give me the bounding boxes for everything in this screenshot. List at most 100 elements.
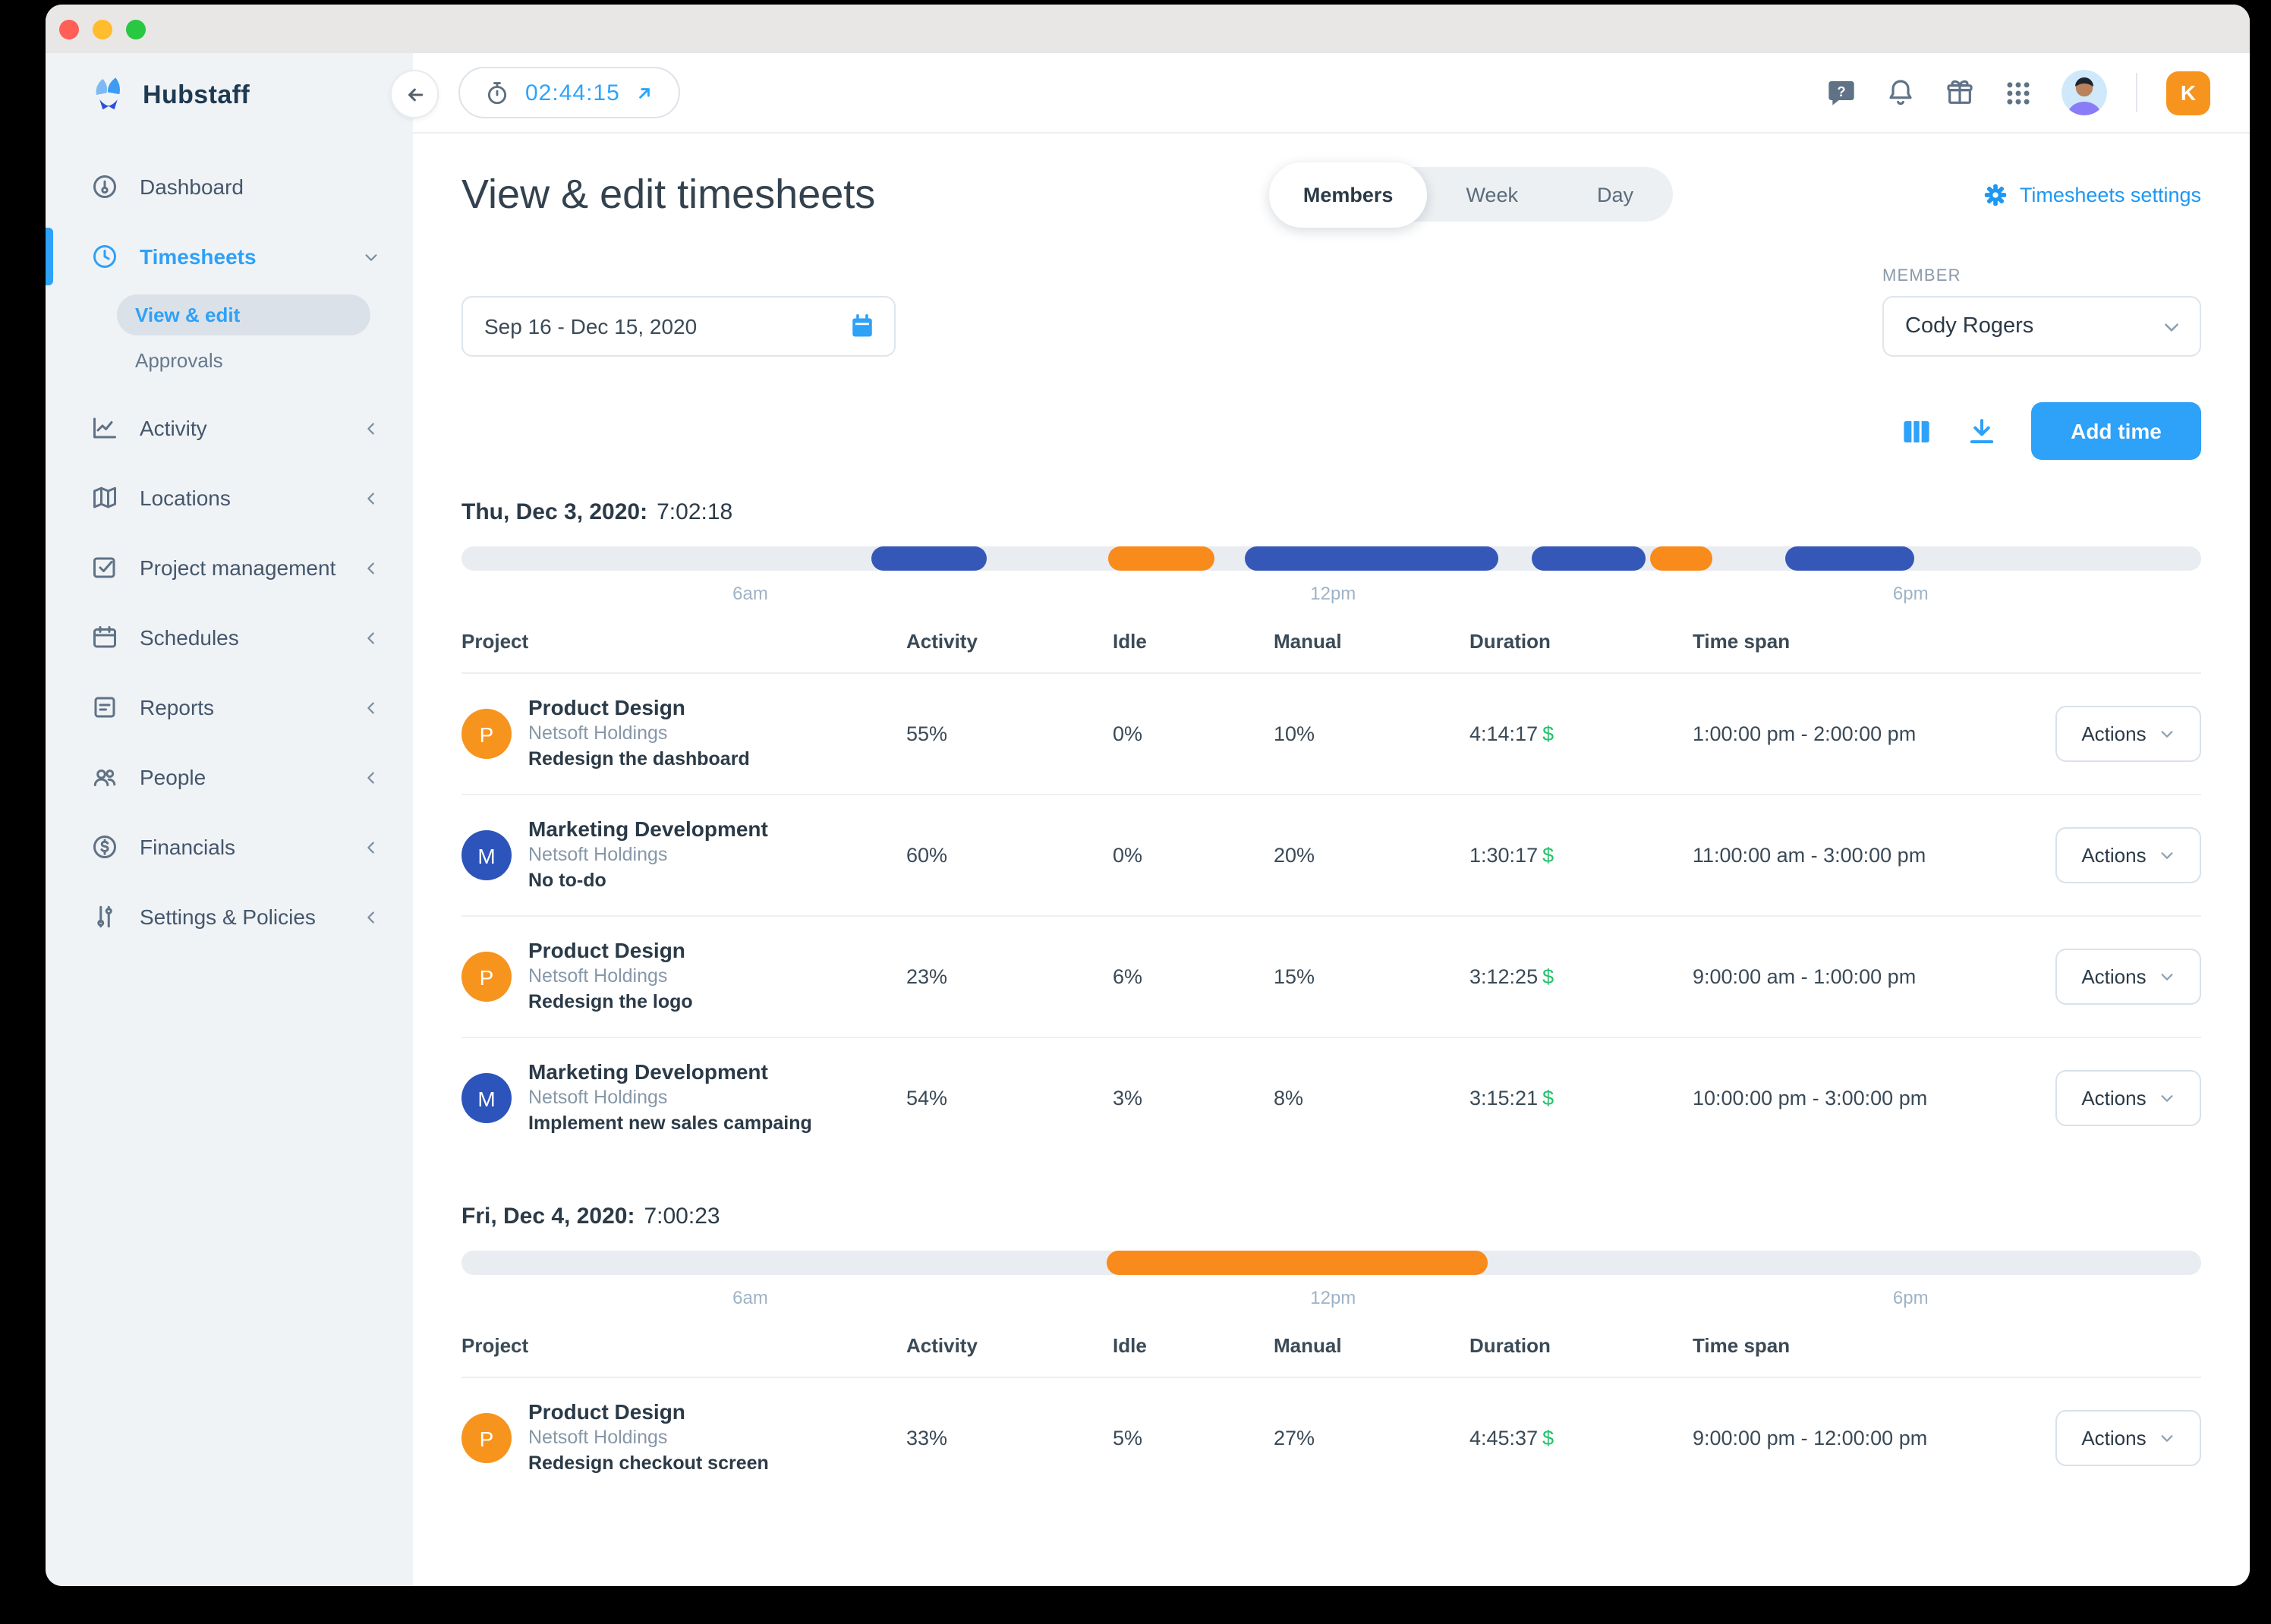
sidebar-item-people[interactable]: People bbox=[46, 751, 413, 803]
manual-value: 10% bbox=[1274, 722, 1315, 745]
whats-new-button[interactable] bbox=[1945, 77, 1975, 108]
date-range-picker[interactable]: Sep 16 - Dec 15, 2020 bbox=[461, 296, 896, 357]
sidebar-item-activity[interactable]: Activity bbox=[46, 402, 413, 454]
sidebar-item-timesheets[interactable]: Timesheets bbox=[46, 228, 413, 285]
close-window-button[interactable] bbox=[59, 19, 79, 39]
app-window: Hubstaff Dashboard Timesheets View & edi… bbox=[46, 5, 2250, 1586]
timesheets-settings-link[interactable]: Timesheets settings bbox=[1983, 181, 2201, 207]
sidebar-item-schedules[interactable]: Schedules bbox=[46, 612, 413, 663]
col-duration: Duration bbox=[1469, 1334, 1551, 1357]
chevron-down-icon bbox=[2161, 731, 2173, 738]
project-avatar: P bbox=[461, 709, 512, 759]
money-icon: $ bbox=[1542, 1427, 1554, 1449]
sidebar-item-financials[interactable]: Financials bbox=[46, 821, 413, 873]
table-row: M Marketing Development Netsoft Holdings… bbox=[461, 1038, 2201, 1158]
columns-icon bbox=[1904, 420, 1929, 442]
idle-value: 0% bbox=[1113, 844, 1143, 867]
project-name: Product Design bbox=[528, 937, 685, 962]
hubstaff-logo-icon bbox=[88, 74, 129, 115]
table-row: P Product Design Netsoft Holdings Redesi… bbox=[461, 917, 2201, 1038]
money-icon: $ bbox=[1542, 722, 1554, 745]
timespan-value: 1:00:00 pm - 2:00:00 pm bbox=[1693, 722, 1917, 745]
day-date: Fri, Dec 4, 2020: bbox=[461, 1204, 635, 1229]
sidebar-item-label: Project management bbox=[140, 555, 336, 580]
chevron-down-icon bbox=[2165, 323, 2178, 331]
help-button[interactable]: ? bbox=[1826, 77, 1857, 108]
notifications-button[interactable] bbox=[1885, 77, 1916, 108]
sidebar-item-project-management[interactable]: Project management bbox=[46, 542, 413, 593]
actions-button[interactable]: Actions bbox=[2055, 949, 2201, 1005]
actions-button[interactable]: Actions bbox=[2055, 1070, 2201, 1126]
project-company: Netsoft Holdings bbox=[528, 1087, 668, 1109]
actions-button[interactable]: Actions bbox=[2055, 1410, 2201, 1466]
actions-button[interactable]: Actions bbox=[2055, 827, 2201, 883]
sidebar-item-label: Activity bbox=[140, 416, 207, 440]
sidebar-item-dashboard[interactable]: Dashboard bbox=[46, 161, 413, 212]
sidebar-subitem-view-edit[interactable]: View & edit bbox=[117, 294, 370, 335]
member-dropdown[interactable]: Cody Rogers bbox=[1882, 296, 2201, 357]
actions-label: Actions bbox=[2081, 1087, 2147, 1109]
table-row: M Marketing Development Netsoft Holdings… bbox=[461, 795, 2201, 917]
col-idle: Idle bbox=[1113, 630, 1147, 653]
day-total: 7:02:18 bbox=[657, 499, 733, 525]
sidebar-item-settings-policies[interactable]: Settings & Policies bbox=[46, 891, 413, 943]
back-button[interactable] bbox=[390, 70, 439, 118]
arrow-left-icon bbox=[408, 87, 423, 101]
export-button[interactable] bbox=[1966, 415, 1998, 447]
sidebar-item-label: Dashboard bbox=[140, 175, 244, 199]
activity-value: 60% bbox=[906, 844, 948, 867]
tab-members[interactable]: Members bbox=[1269, 162, 1427, 227]
day-total: 7:00:23 bbox=[644, 1204, 720, 1229]
day-header: Thu, Dec 3, 2020: 7:02:18 bbox=[461, 499, 2201, 525]
actions-label: Actions bbox=[2081, 722, 2147, 745]
activity-value: 33% bbox=[906, 1427, 948, 1449]
money-icon: $ bbox=[1542, 965, 1554, 988]
day-section: Thu, Dec 3, 2020: 7:02:18 6am 12pm 6pm Proj… bbox=[461, 499, 2201, 1158]
page-title: View & edit timesheets bbox=[461, 171, 876, 216]
grid-icon bbox=[2007, 81, 2030, 104]
day-header: Fri, Dec 4, 2020: 7:00:23 bbox=[461, 1204, 2201, 1229]
logo[interactable]: Hubstaff bbox=[46, 53, 413, 115]
day-date: Thu, Dec 3, 2020: bbox=[461, 499, 648, 525]
timeline-segment bbox=[871, 546, 987, 571]
user-avatar[interactable] bbox=[2062, 70, 2107, 115]
project-name: Marketing Development bbox=[528, 1059, 768, 1084]
sidebar-item-locations[interactable]: Locations bbox=[46, 472, 413, 524]
columns-button[interactable] bbox=[1901, 415, 1932, 447]
chevron-down-icon bbox=[2161, 1095, 2173, 1102]
actions-button[interactable]: Actions bbox=[2055, 706, 2201, 762]
subitem-label: Approvals bbox=[135, 349, 223, 372]
timeline-tick-label: 6pm bbox=[1892, 583, 1929, 604]
manual-value: 15% bbox=[1274, 965, 1315, 988]
zoom-window-button[interactable] bbox=[126, 19, 146, 39]
sidebar-subitem-approvals[interactable]: Approvals bbox=[117, 340, 370, 381]
bell-icon bbox=[1889, 80, 1912, 105]
tab-day[interactable]: Day bbox=[1558, 183, 1673, 206]
chevron-down-icon bbox=[2161, 852, 2173, 859]
organization-badge[interactable]: K bbox=[2166, 71, 2210, 115]
project-name: Marketing Development bbox=[528, 816, 768, 841]
project-task: No to-do bbox=[528, 870, 606, 892]
chevron-left-icon bbox=[363, 908, 380, 925]
sliders-icon bbox=[91, 903, 118, 930]
project-name: Product Design bbox=[528, 694, 685, 719]
timeline-segment bbox=[1785, 546, 1914, 571]
col-project: Project bbox=[461, 1334, 529, 1357]
chevron-left-icon bbox=[363, 769, 380, 785]
tab-week[interactable]: Week bbox=[1426, 183, 1558, 206]
timer-widget[interactable]: 02:44:15 bbox=[458, 67, 681, 118]
apps-grid-button[interactable] bbox=[2004, 78, 2033, 107]
minimize-window-button[interactable] bbox=[93, 19, 112, 39]
manual-value: 20% bbox=[1274, 844, 1315, 867]
timespan-value: 11:00:00 am - 3:00:00 pm bbox=[1693, 844, 1926, 867]
download-icon bbox=[1970, 418, 1994, 443]
duration-value: 4:14:17 $ bbox=[1469, 722, 1554, 745]
open-timer-icon[interactable] bbox=[635, 83, 655, 102]
add-time-button[interactable]: Add time bbox=[2031, 402, 2201, 460]
actions-label: Actions bbox=[2081, 1427, 2147, 1449]
divider bbox=[2136, 73, 2137, 112]
sidebar-item-reports[interactable]: Reports bbox=[46, 681, 413, 733]
sidebar-item-label: Settings & Policies bbox=[140, 905, 316, 929]
col-manual: Manual bbox=[1274, 1334, 1342, 1357]
project-task: Redesign the dashboard bbox=[528, 748, 750, 770]
